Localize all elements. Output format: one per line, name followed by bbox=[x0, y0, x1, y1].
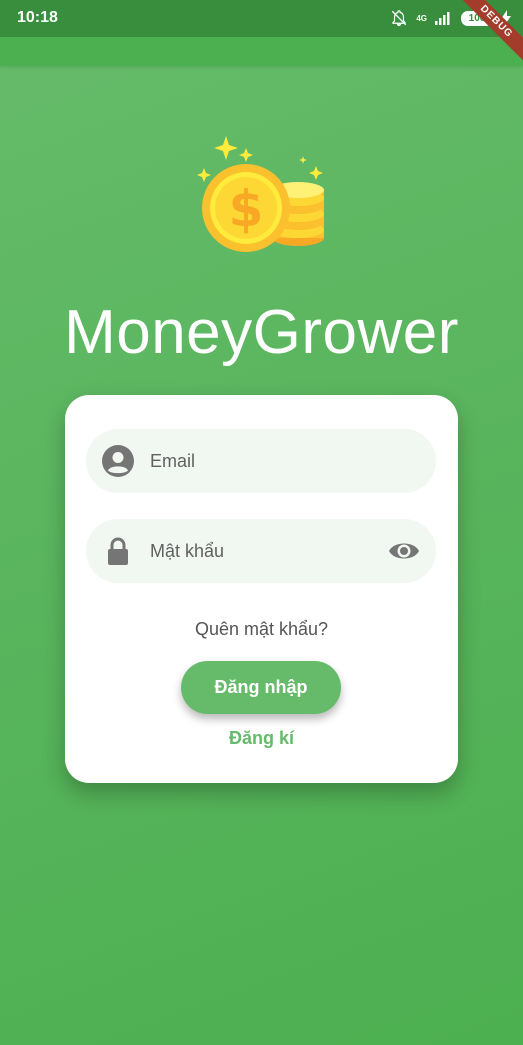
register-link[interactable]: Đăng kí bbox=[65, 728, 458, 749]
login-button[interactable]: Đăng nhập bbox=[181, 661, 341, 714]
gold-coins-icon: $ bbox=[197, 136, 324, 252]
signal-icon bbox=[435, 12, 450, 25]
status-time: 10:18 bbox=[17, 9, 58, 26]
password-input[interactable] bbox=[150, 519, 380, 583]
app-bar bbox=[0, 37, 523, 66]
network-type: 4G bbox=[416, 13, 427, 23]
svg-text:$: $ bbox=[229, 180, 264, 238]
lock-icon bbox=[108, 537, 128, 565]
status-bar: 10:18 4G 100 bbox=[0, 0, 523, 37]
forgot-password-link[interactable]: Quên mật khẩu? bbox=[65, 619, 458, 640]
password-field[interactable] bbox=[86, 519, 436, 583]
login-card: Quên mật khẩu? Đăng nhập Đăng kí bbox=[65, 395, 458, 783]
notifications-off-icon bbox=[392, 10, 407, 27]
eye-icon[interactable] bbox=[388, 537, 420, 565]
account-circle-icon bbox=[102, 445, 134, 477]
email-input[interactable] bbox=[150, 429, 380, 493]
app-title: MoneyGrower bbox=[64, 298, 459, 367]
email-field[interactable] bbox=[86, 429, 436, 493]
